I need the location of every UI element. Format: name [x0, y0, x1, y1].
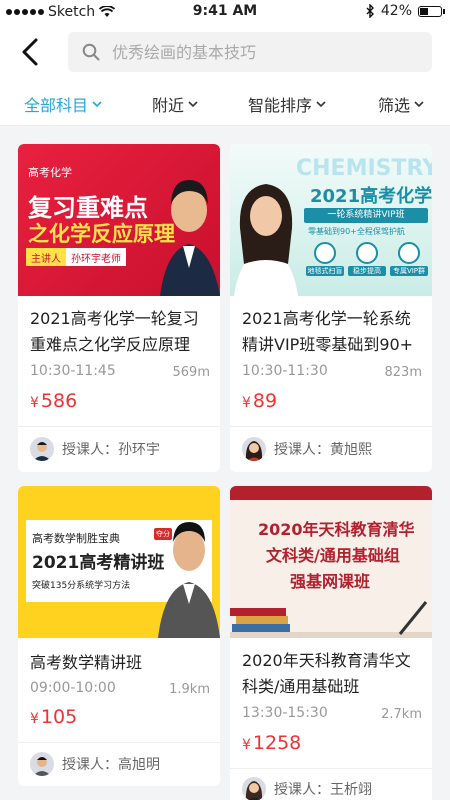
thumb-host-name: 孙环宇老师	[66, 248, 126, 266]
thumb-top-stripe	[230, 486, 432, 500]
search-input[interactable]	[112, 32, 412, 72]
thumb-headline: 2021高考化学	[310, 186, 432, 207]
thumb-badge: 地毯式扫盲	[306, 242, 344, 276]
badge-label: 稳步提高	[348, 266, 386, 276]
thumb-headline: 2020年天科教育清华	[258, 520, 415, 539]
course-title: 2020年天科教育清华文科类/通用基础班	[242, 651, 411, 696]
filter-more-label: 筛选	[378, 96, 411, 115]
course-card[interactable]: 高考化学 复习重难点 之化学反应原理 主讲人 孙环宇老师 2021高考化学一轮复…	[18, 144, 220, 472]
teacher-name: 王析翊	[330, 782, 372, 798]
course-title: 高考数学精讲班	[30, 653, 143, 672]
battery-icon	[418, 5, 445, 17]
price-value: 105	[40, 706, 78, 728]
chevron-down-icon	[188, 101, 198, 108]
course-thumbnail: 高考数学制胜宝典 夺分 2021高考精讲班 突破135分系统学习方法	[18, 486, 220, 638]
chevron-down-icon	[316, 101, 326, 108]
course-card[interactable]: CHEMISTRY 2021高考化学 一轮系统精讲VIP班 零基础到90+全程保…	[230, 144, 432, 472]
filter-subject-label: 全部科目	[24, 96, 89, 115]
thumb-tag: 高考化学	[28, 166, 72, 179]
header	[0, 24, 450, 80]
badge-label: 地毯式扫盲	[306, 266, 344, 276]
course-time: 10:30-11:30	[242, 363, 328, 379]
teacher-photo	[234, 184, 298, 296]
card-divider	[18, 426, 220, 427]
course-thumbnail: CHEMISTRY 2021高考化学 一轮系统精讲VIP班 零基础到90+全程保…	[230, 144, 432, 296]
currency-symbol: ¥	[242, 737, 251, 753]
thumb-subheadline: 之化学反应原理	[28, 222, 175, 246]
course-price: ¥586	[30, 390, 77, 412]
filter-sort[interactable]: 智能排序	[248, 92, 326, 116]
battery-percent: 42%	[380, 3, 412, 19]
course-time: 13:30-15:30	[242, 705, 328, 721]
books-illustration	[230, 601, 432, 638]
back-arrow-icon[interactable]	[16, 36, 48, 68]
price-value: 1258	[252, 732, 302, 754]
course-card[interactable]: 高考数学制胜宝典 夺分 2021高考精讲班 突破135分系统学习方法 高考数学精…	[18, 486, 220, 786]
course-time: 10:30-11:45	[30, 363, 116, 379]
course-distance: 2.7km	[381, 707, 422, 722]
status-bar: Sketch 9:41 AM 42%	[0, 0, 450, 24]
course-time: 09:00-10:00	[30, 680, 116, 696]
avatar	[242, 777, 266, 800]
thumb-tagline: 高考数学制胜宝典	[32, 532, 120, 545]
bluetooth-icon	[366, 4, 374, 18]
teacher-photo	[158, 522, 220, 638]
avatar	[30, 752, 54, 776]
search-box[interactable]	[68, 32, 432, 72]
thumb-badge: 专属VIP群	[390, 242, 428, 276]
search-icon	[82, 43, 100, 61]
course-price: ¥105	[30, 706, 77, 728]
teacher-label: 授课人：	[274, 782, 330, 798]
teacher-row: 授课人：王析翊	[242, 777, 372, 800]
teacher-label: 授课人：	[62, 757, 118, 773]
thumb-headline: 2021高考精讲班	[32, 553, 165, 573]
course-price: ¥1258	[242, 732, 301, 754]
course-thumbnail: 高考化学 复习重难点 之化学反应原理 主讲人 孙环宇老师	[18, 144, 220, 296]
filter-nearby[interactable]: 附近	[152, 92, 198, 116]
teacher-label: 授课人：	[274, 442, 330, 458]
card-divider	[230, 426, 432, 427]
course-distance: 1.9km	[169, 682, 210, 697]
teacher-row: 授课人：高旭明	[30, 752, 160, 776]
thumb-subheadline: 突破135分系统学习方法	[32, 581, 131, 591]
badge-label: 专属VIP群	[390, 266, 428, 276]
teacher-name: 黄旭熙	[330, 442, 372, 458]
course-card[interactable]: 2020年天科教育清华 文科类/通用基础组 强基网课班 2020年天科教育清华文…	[230, 486, 432, 800]
teacher-photo	[160, 180, 220, 296]
thumb-badge: 稳步提高	[348, 242, 386, 276]
thumb-tagline: 零基础到90+全程保驾护航	[308, 227, 405, 236]
currency-symbol: ¥	[242, 395, 251, 411]
course-price: ¥89	[242, 390, 277, 412]
filter-nearby-label: 附近	[152, 96, 185, 115]
currency-symbol: ¥	[30, 395, 39, 411]
course-thumbnail: 2020年天科教育清华 文科类/通用基础组 强基网课班	[230, 486, 432, 638]
filter-subject[interactable]: 全部科目	[24, 92, 102, 116]
price-value: 89	[252, 390, 278, 412]
thumb-en-title: CHEMISTRY	[296, 156, 432, 181]
thumb-subheadline: 一轮系统精讲VIP班	[304, 208, 428, 223]
course-distance: 569m	[172, 365, 210, 380]
chevron-down-icon	[414, 101, 424, 108]
thumb-host-label: 主讲人	[26, 248, 66, 266]
filter-bar: 全部科目 附近 智能排序 筛选	[0, 80, 450, 126]
currency-symbol: ¥	[30, 711, 39, 727]
teacher-row: 授课人：孙环宇	[30, 437, 160, 461]
filter-sort-label: 智能排序	[248, 96, 313, 115]
card-divider	[18, 742, 220, 743]
card-divider	[230, 768, 432, 769]
avatar	[30, 437, 54, 461]
teacher-name: 高旭明	[118, 757, 160, 773]
avatar	[242, 437, 266, 461]
thumb-subheadline: 文科类/通用基础组	[266, 546, 400, 565]
teacher-row: 授课人：黄旭熙	[242, 437, 372, 461]
course-title: 2021高考化学一轮系统精讲VIP班零基础到90+	[242, 309, 414, 354]
course-title: 2021高考化学一轮复习重难点之化学反应原理	[30, 309, 199, 354]
thumb-tagline: 强基网课班	[290, 572, 371, 591]
price-value: 586	[40, 390, 78, 412]
teacher-name: 孙环宇	[118, 442, 160, 458]
course-distance: 823m	[384, 365, 422, 380]
teacher-label: 授课人：	[62, 442, 118, 458]
chevron-down-icon	[92, 101, 102, 108]
filter-more[interactable]: 筛选	[378, 92, 424, 116]
